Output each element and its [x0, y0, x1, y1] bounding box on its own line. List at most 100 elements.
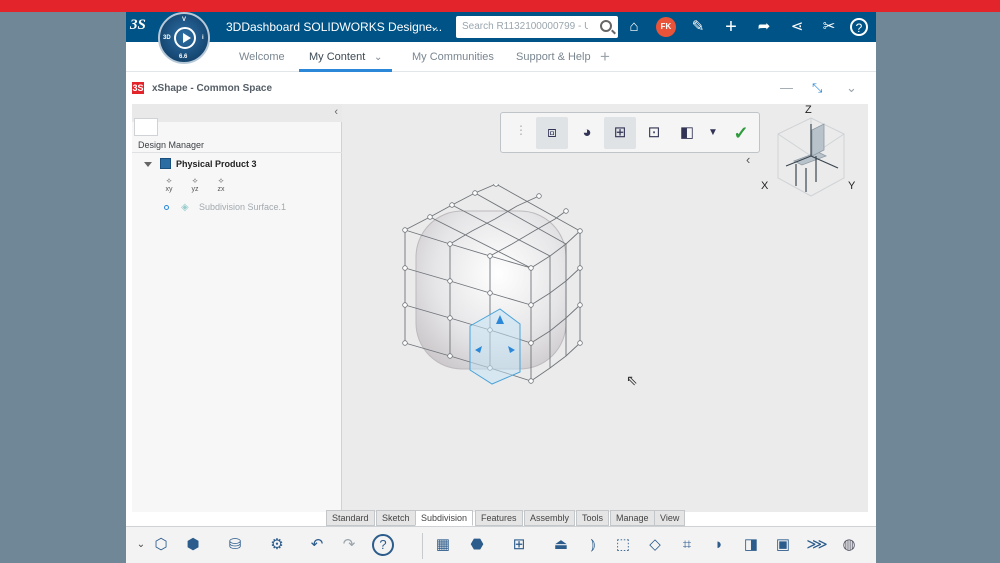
- top-bar: 3S 3DDashboard SOLIDWORKS Designe... ⌄ S…: [126, 12, 876, 42]
- help-icon[interactable]: ?: [850, 18, 868, 36]
- undo-icon[interactable]: ↶: [306, 534, 328, 556]
- new-part-icon[interactable]: ⬡: [150, 534, 172, 556]
- expand-toggle-icon[interactable]: [144, 162, 152, 167]
- network-share-icon[interactable]: ⋖: [787, 17, 807, 37]
- axis-x-label: X: [761, 180, 769, 192]
- sweep-icon[interactable]: ⋙: [806, 534, 828, 556]
- plane-label: xy: [165, 186, 173, 193]
- tab-tools[interactable]: Tools: [576, 510, 610, 526]
- avatar[interactable]: FK: [656, 17, 676, 37]
- top-red-strip: [0, 0, 1000, 12]
- drag-handle-icon[interactable]: ⋮: [515, 123, 527, 137]
- axis-y-label: Y: [848, 180, 856, 192]
- cage-edit-icon[interactable]: ⧈: [536, 117, 568, 149]
- 3ds-logo[interactable]: 3S: [130, 17, 146, 34]
- chevron-down-icon[interactable]: ⌄: [130, 534, 152, 556]
- collapse-icon[interactable]: ⤡: [812, 80, 822, 96]
- widget-logo: 3S: [132, 82, 144, 94]
- mouse-cursor-icon: ⇖: [626, 372, 638, 388]
- action-bar: ⌄ ⬡ ⬢ ⛁ ⚙ ↶ ↷ ? ▦ ⬣ ⊞ ⏏ ⦆ ⬚ ◇ ⌗ ◗ ◨ ▣ ⋙ …: [126, 526, 876, 563]
- compass-north-label: V: [182, 17, 187, 23]
- save-icon[interactable]: ⛁: [224, 534, 246, 556]
- face-extrude-icon[interactable]: ⏏: [550, 534, 572, 556]
- app-window: 3S 3DDashboard SOLIDWORKS Designe... ⌄ S…: [126, 12, 876, 563]
- compass-south-label: 6.6: [179, 54, 188, 60]
- tree-item-subdivision[interactable]: ◈ Subdivision Surface.1: [164, 202, 286, 213]
- widget-title: xShape - Common Space: [152, 83, 273, 94]
- search-input[interactable]: Search R1132100000799 - U: [462, 21, 588, 32]
- display-mode-icon[interactable]: ⊡: [638, 117, 670, 149]
- subdivision-cube-model[interactable]: [400, 184, 600, 394]
- product-icon: [160, 158, 171, 169]
- tab-assembly[interactable]: Assembly: [524, 510, 576, 526]
- redo-icon[interactable]: ↷: [338, 534, 360, 556]
- design-tree-panel: ‹ Design Manager Physical Product 3 ⟡ xy…: [132, 104, 342, 512]
- tab-manage[interactable]: Manage: [610, 510, 655, 526]
- app-title[interactable]: 3DDashboard SOLIDWORKS Designe...: [226, 20, 442, 34]
- widget-header: 3S xShape - Common Space — ⤡ ⌄: [126, 76, 876, 102]
- plane-zx[interactable]: ⟡ zx: [214, 176, 228, 193]
- search-field[interactable]: Search R1132100000799 - U: [456, 16, 618, 38]
- fold-icon[interactable]: ◇: [644, 534, 666, 556]
- chevron-down-icon[interactable]: ⌄: [846, 80, 857, 96]
- design-manager-label: Design Manager: [138, 140, 205, 150]
- active-tab-indicator: [299, 69, 392, 72]
- design-tree-tab-icon[interactable]: [134, 118, 158, 136]
- axis-z-label: Z: [805, 104, 812, 116]
- sphere-icon[interactable]: ◕: [571, 117, 603, 149]
- tree-item-label: Physical Product 3: [176, 159, 257, 169]
- visibility-pin-icon[interactable]: [164, 205, 169, 210]
- divider: [422, 533, 423, 559]
- globe-icon[interactable]: ◍: [838, 534, 860, 556]
- plane-xy[interactable]: ⟡ xy: [162, 176, 176, 193]
- tag-icon[interactable]: ⌂: [624, 17, 644, 37]
- grid-cage-icon[interactable]: ▦: [432, 534, 454, 556]
- edge-loop-icon[interactable]: ⌗: [676, 534, 698, 556]
- tree-tab-strip: [132, 104, 342, 122]
- mirror-icon[interactable]: ◨: [740, 534, 762, 556]
- confirm-check-icon[interactable]: ✓: [725, 117, 757, 149]
- floating-toolbar: ⋮ ⧈ ◕ ⊞ ⊡ ◧ ▼ ✓: [500, 112, 760, 153]
- tab-my-content[interactable]: My Content: [309, 51, 365, 63]
- plane-primitive-icon[interactable]: ⊞: [508, 534, 530, 556]
- surface-icon[interactable]: ◗: [708, 534, 730, 556]
- tab-welcome[interactable]: Welcome: [239, 51, 285, 63]
- tab-standard[interactable]: Standard: [326, 510, 375, 526]
- insert-icon[interactable]: ⬢: [182, 534, 204, 556]
- box-primitive-icon[interactable]: ⬣: [466, 534, 488, 556]
- bridge-icon[interactable]: ⦆: [582, 534, 604, 556]
- tab-features[interactable]: Features: [475, 510, 523, 526]
- tree-item-product[interactable]: Physical Product 3: [144, 158, 257, 169]
- plane-icon: ⟡: [192, 176, 198, 185]
- add-icon[interactable]: +: [721, 17, 741, 37]
- tab-subdivision[interactable]: Subdivision: [415, 510, 474, 526]
- compass-east-label: i: [202, 35, 204, 41]
- tab-support-help[interactable]: Support & Help: [516, 51, 591, 63]
- compass-widget[interactable]: V 3D i 6.6: [158, 12, 210, 64]
- chevron-down-icon[interactable]: ⌄: [430, 20, 439, 33]
- delete-face-icon[interactable]: ▣: [772, 534, 794, 556]
- plane-yz[interactable]: ⟡ yz: [188, 176, 202, 193]
- tab-sketch[interactable]: Sketch: [376, 510, 416, 526]
- chevron-down-icon[interactable]: ⌄: [374, 52, 382, 63]
- chat-icon[interactable]: ✎: [688, 17, 708, 37]
- 3d-viewport[interactable]: ‹ Design Manager Physical Product 3 ⟡ xy…: [132, 104, 868, 512]
- play-icon[interactable]: [174, 27, 196, 49]
- plane-icon: ⟡: [166, 176, 172, 185]
- chevron-left-icon[interactable]: ‹: [746, 152, 750, 167]
- share-arrow-icon[interactable]: ➦: [754, 17, 774, 37]
- tab-view[interactable]: View: [654, 510, 686, 526]
- tools-icon[interactable]: ✂: [819, 17, 839, 37]
- plane-label: yz: [191, 186, 199, 193]
- minimize-icon[interactable]: —: [780, 80, 793, 95]
- tab-my-communities[interactable]: My Communities: [412, 51, 494, 63]
- subdivision-icon: ◈: [181, 202, 189, 213]
- collapse-panel-icon[interactable]: ‹: [334, 106, 338, 118]
- help-icon[interactable]: ?: [372, 534, 394, 556]
- search-icon[interactable]: [600, 20, 612, 32]
- box-select-icon[interactable]: ⊞: [604, 117, 636, 149]
- add-tab-icon[interactable]: +: [600, 47, 610, 67]
- settings-gear-icon[interactable]: ⚙: [266, 534, 288, 556]
- divider: [132, 152, 342, 153]
- inset-icon[interactable]: ⬚: [612, 534, 634, 556]
